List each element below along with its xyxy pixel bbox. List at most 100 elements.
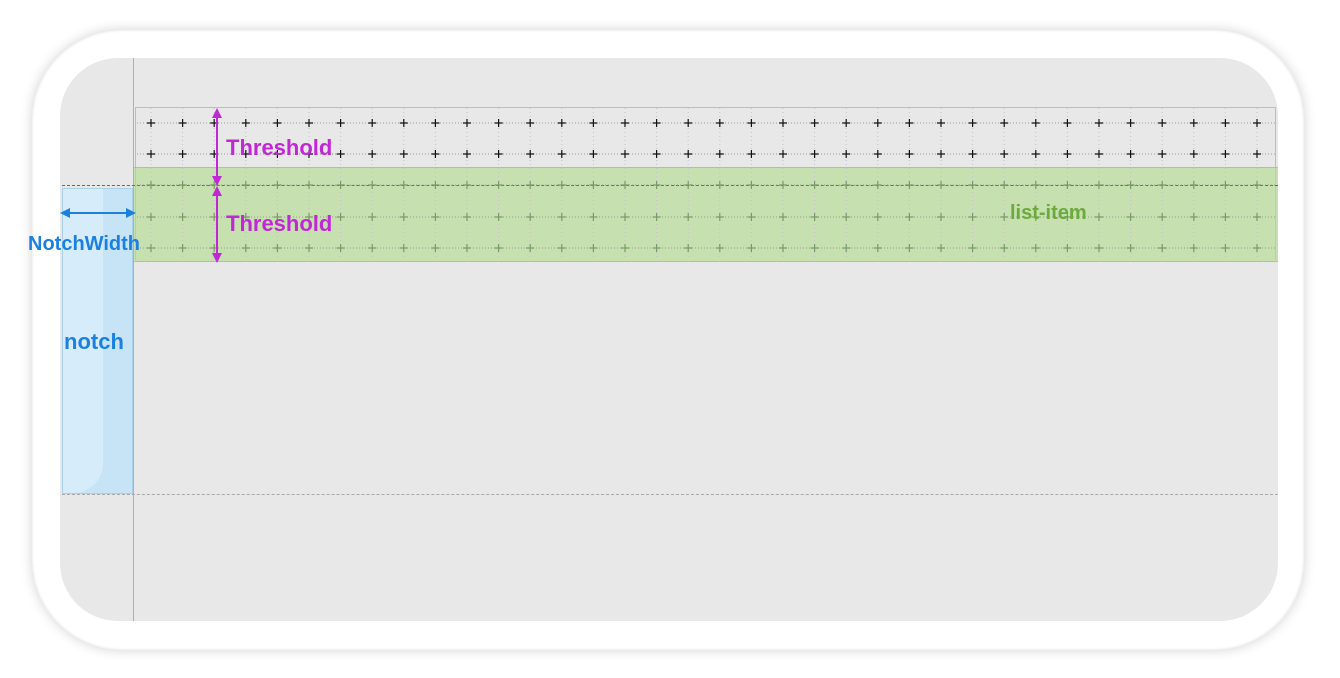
grid-plus-mark — [463, 181, 471, 189]
grid-plus-mark — [1158, 181, 1167, 189]
grid-plus-mark — [810, 244, 819, 252]
grid-plus-mark — [810, 150, 819, 158]
grid-plus-mark — [842, 213, 851, 221]
grid-plus-mark — [1253, 181, 1261, 189]
grid-plus-mark — [463, 244, 471, 252]
grid-plus-mark — [1126, 244, 1135, 252]
grid-plus-mark — [494, 119, 503, 127]
grid-plus-mark — [1253, 150, 1261, 158]
grid-plus-mark — [241, 119, 250, 127]
grid-plus-mark — [621, 213, 629, 221]
grid-plus-mark — [1063, 181, 1072, 189]
grid-plus-mark — [621, 150, 629, 158]
grid-plus-mark — [1031, 150, 1040, 158]
grid-plus-mark — [589, 119, 598, 127]
grid-plus-mark — [968, 119, 977, 127]
grid-plus-mark — [968, 181, 977, 189]
notchwidth-label: NotchWidth — [28, 233, 141, 255]
grid-plus-mark — [1126, 150, 1135, 158]
grid-plus-mark — [1189, 119, 1198, 127]
grid-plus-mark — [1253, 244, 1261, 252]
grid-plus-mark — [399, 181, 408, 189]
grid-plus-mark — [1000, 181, 1009, 189]
grid-plus-mark — [368, 244, 377, 252]
grid-plus-mark — [526, 213, 535, 221]
grid-plus-mark — [526, 181, 535, 189]
grid-plus-mark — [684, 181, 693, 189]
grid-plus-mark — [810, 213, 819, 221]
grid-plus-mark — [368, 213, 377, 221]
grid-plus-mark — [652, 119, 661, 127]
grid-plus-mark — [1063, 119, 1072, 127]
grid-plus-mark — [1031, 244, 1040, 252]
grid-plus-mark — [1189, 181, 1198, 189]
grid-plus-mark — [1126, 213, 1135, 221]
grid-plus-mark — [557, 244, 566, 252]
grid-plus-mark — [147, 213, 155, 221]
grid-plus-mark — [526, 119, 535, 127]
grid-plus-mark — [1031, 119, 1040, 127]
grid-plus-mark — [336, 150, 345, 158]
grid-plus-mark — [715, 213, 724, 221]
grid-plus-mark — [1158, 244, 1167, 252]
grid-plus-mark — [810, 181, 819, 189]
grid-plus-mark — [937, 181, 945, 189]
grid-plus-mark — [1221, 244, 1230, 252]
grid-plus-mark — [431, 181, 440, 189]
grid-plus-mark — [557, 181, 566, 189]
grid-plus-mark — [747, 181, 756, 189]
grid-plus-mark — [779, 213, 787, 221]
grid-plus-mark — [621, 119, 629, 127]
grid-plus-mark — [842, 181, 851, 189]
grid-plus-mark — [1253, 213, 1261, 221]
grid-overlay — [60, 108, 1275, 263]
grid-plus-mark — [1095, 213, 1103, 221]
grid-plus-mark — [1158, 119, 1167, 127]
grid-plus-mark — [589, 244, 598, 252]
notch-label: notch — [64, 329, 124, 354]
grid-plus-mark — [368, 181, 377, 189]
grid-plus-mark — [147, 244, 155, 252]
grid-plus-mark — [747, 213, 756, 221]
grid-plus-mark — [273, 244, 282, 252]
grid-plus-mark — [147, 150, 155, 158]
grid-plus-mark — [842, 150, 851, 158]
grid-plus-mark — [1000, 213, 1009, 221]
grid-plus-mark — [1221, 150, 1230, 158]
grid-plus-mark — [842, 119, 851, 127]
grid-plus-mark — [431, 150, 440, 158]
grid-plus-mark — [494, 213, 503, 221]
grid-plus-mark — [494, 150, 503, 158]
grid-plus-mark — [557, 213, 566, 221]
grid-plus-mark — [178, 244, 187, 252]
grid-plus-mark — [747, 119, 756, 127]
grid-plus-mark — [652, 150, 661, 158]
grid-plus-mark — [937, 244, 945, 252]
grid-plus-mark — [273, 119, 282, 127]
grid-plus-mark — [589, 150, 598, 158]
grid-plus-mark — [463, 213, 471, 221]
grid-plus-mark — [937, 119, 945, 127]
grid-plus-mark — [652, 213, 661, 221]
grid-plus-mark — [842, 244, 851, 252]
grid-plus-mark — [747, 150, 756, 158]
grid-plus-mark — [431, 119, 440, 127]
grid-plus-mark — [652, 244, 661, 252]
grid-plus-mark — [1189, 244, 1198, 252]
grid-plus-mark — [747, 244, 756, 252]
grid-plus-mark — [968, 150, 977, 158]
grid-plus-mark — [147, 119, 155, 127]
grid-plus-mark — [399, 119, 408, 127]
grid-plus-mark — [779, 244, 787, 252]
grid-plus-mark — [905, 213, 914, 221]
grid-plus-mark — [241, 181, 250, 189]
grid-plus-mark — [463, 119, 471, 127]
grid-plus-mark — [305, 244, 313, 252]
grid-plus-mark — [494, 181, 503, 189]
grid-plus-mark — [684, 244, 693, 252]
grid-plus-mark — [715, 244, 724, 252]
grid-plus-mark — [1253, 119, 1261, 127]
threshold-label-bottom: Threshold — [226, 211, 333, 236]
grid-plus-mark — [336, 119, 345, 127]
grid-plus-mark — [368, 150, 377, 158]
